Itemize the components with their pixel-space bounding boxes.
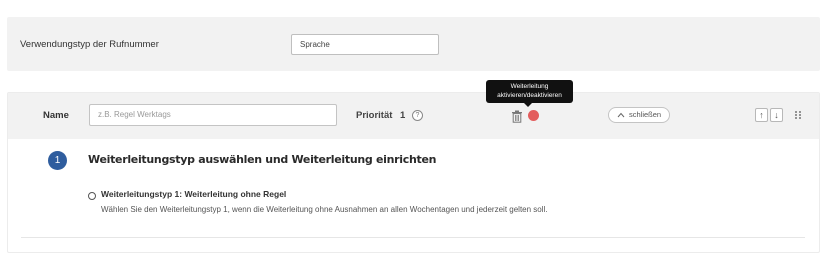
- priority-label: Priorität: [356, 110, 393, 121]
- usage-type-panel: Verwendungstyp der Rufnummer Sprache: [7, 17, 820, 71]
- rule-name-input[interactable]: z.B. Regel Werktags: [89, 104, 337, 126]
- section-divider: [21, 237, 805, 238]
- forwarding-rule-card: Name z.B. Regel Werktags Priorität 1 ? s…: [7, 92, 820, 253]
- trash-icon[interactable]: [511, 110, 523, 123]
- usage-type-label: Verwendungstyp der Rufnummer: [20, 39, 159, 50]
- priority-value: 1: [400, 110, 406, 121]
- forwarding-type-1-radio[interactable]: [88, 192, 96, 200]
- forwarding-toggle-button[interactable]: [528, 110, 539, 121]
- forwarding-type-1-description: Wählen Sie den Weiterleitungstyp 1, wenn…: [101, 205, 548, 214]
- tooltip-line-1: Weiterleitung: [510, 83, 549, 90]
- tooltip-line-2: aktivieren/deaktivieren: [497, 92, 562, 99]
- chevron-up-icon: [617, 112, 625, 118]
- forwarding-type-1-title[interactable]: Weiterleitungstyp 1: Weiterleitung ohne …: [101, 189, 286, 199]
- toggle-tooltip: Weiterleitung aktivieren/deaktivieren: [486, 80, 573, 107]
- move-down-button[interactable]: ↓: [770, 108, 783, 122]
- move-up-button[interactable]: ↑: [755, 108, 768, 122]
- help-icon[interactable]: ?: [412, 110, 423, 121]
- drag-handle-icon[interactable]: [794, 110, 802, 120]
- close-button[interactable]: schließen: [608, 107, 670, 123]
- step-title: Weiterleitungstyp auswählen und Weiterle…: [88, 153, 437, 166]
- rule-header: Name z.B. Regel Werktags Priorität 1 ? s…: [8, 93, 819, 139]
- rule-name-label: Name: [43, 110, 69, 121]
- usage-type-input[interactable]: Sprache: [291, 34, 439, 55]
- step-number-badge: 1: [48, 151, 67, 170]
- close-label: schließen: [629, 110, 662, 119]
